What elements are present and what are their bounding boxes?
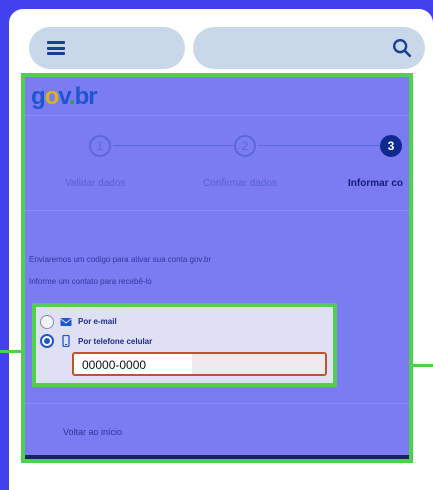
info-text-1: Enviaremos um codigo para ativar sua con…: [29, 255, 212, 264]
step-connector-1: [113, 145, 234, 146]
footer-divider: [25, 403, 409, 404]
email-radio[interactable]: [40, 315, 54, 329]
phone-icon: [62, 335, 70, 347]
search-icon[interactable]: [391, 37, 413, 59]
email-option-label[interactable]: Por e-mail: [78, 317, 117, 326]
step-3-circle: 3: [380, 135, 402, 157]
phone-number-input[interactable]: [80, 356, 194, 374]
logo-letter-v: v: [58, 83, 70, 110]
bottom-bar: [25, 455, 409, 459]
govbr-page-region: gov.br 1 2 3 Validar dados Confirmar dad…: [21, 73, 413, 463]
stepper-divider: [25, 210, 409, 211]
step-1-label: Validar dados: [65, 178, 126, 189]
contact-options-box: Por e-mail Por telefone celular: [32, 303, 337, 387]
logo-letters-br: br: [74, 83, 98, 110]
logo-letter-o: o: [44, 83, 60, 110]
step-1-circle: 1: [89, 135, 111, 157]
step-2-circle: 2: [234, 135, 256, 157]
info-text-2: Informe um contato para recebê-lo: [29, 277, 152, 286]
logo-letter-g: g: [31, 83, 46, 110]
step-2-label: Confirmar dados: [203, 178, 277, 189]
search-bar[interactable]: [193, 27, 425, 69]
highlight-connector-right: [413, 364, 433, 367]
back-to-start-link[interactable]: Voltar ao início: [63, 427, 122, 437]
phone-option-label[interactable]: Por telefone celular: [78, 337, 152, 346]
header-divider: [25, 115, 409, 116]
phone-input-shade: [192, 354, 325, 374]
govbr-logo: gov.br: [31, 83, 98, 111]
envelope-icon: [60, 318, 72, 326]
menu-button[interactable]: [29, 27, 185, 69]
phone-number-field[interactable]: [72, 352, 327, 376]
hamburger-icon: [47, 41, 65, 55]
search-input[interactable]: [209, 35, 383, 63]
step-connector-2: [258, 145, 380, 146]
step-3-label: Informar co: [348, 178, 404, 189]
phone-radio[interactable]: [40, 334, 54, 348]
